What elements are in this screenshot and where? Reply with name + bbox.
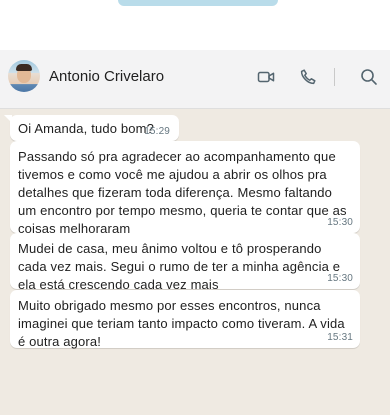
- message-text: Muito obrigado mesmo por esses encontros…: [18, 298, 345, 349]
- message-timestamp: 15:30: [327, 217, 353, 228]
- top-strip: [0, 0, 390, 50]
- avatar[interactable]: [8, 60, 40, 92]
- message-timestamp: 15:30: [327, 273, 353, 284]
- message-bubble[interactable]: Passando só pra agradecer ao acompanhame…: [10, 141, 360, 236]
- message-text: Oi Amanda, tudo bom?: [18, 121, 154, 136]
- message-text: Mudei de casa, meu ânimo voltou e tô pro…: [18, 241, 341, 292]
- search-icon[interactable]: [359, 67, 379, 87]
- header-divider: [334, 68, 335, 86]
- avatar-hair: [16, 64, 32, 71]
- message-bubble[interactable]: Oi Amanda, tudo bom? 15:29: [4, 115, 179, 141]
- chat-header: Antonio Crivelaro: [0, 50, 390, 109]
- top-badge: [118, 0, 278, 6]
- message-timestamp: 15:29: [144, 126, 170, 137]
- chat-area[interactable]: Oi Amanda, tudo bom? 15:29 Passando só p…: [0, 109, 390, 415]
- voice-call-icon[interactable]: [298, 67, 318, 87]
- video-call-icon[interactable]: [256, 67, 276, 87]
- message-bubble[interactable]: Mudei de casa, meu ânimo voltou e tô pro…: [10, 233, 360, 292]
- message-text: Passando só pra agradecer ao acompanhame…: [18, 149, 347, 236]
- contact-name[interactable]: Antonio Crivelaro: [49, 68, 164, 85]
- message-bubble[interactable]: Muito obrigado mesmo por esses encontros…: [10, 290, 360, 349]
- message-timestamp: 15:31: [327, 332, 353, 343]
- bubble-tail: [4, 115, 12, 123]
